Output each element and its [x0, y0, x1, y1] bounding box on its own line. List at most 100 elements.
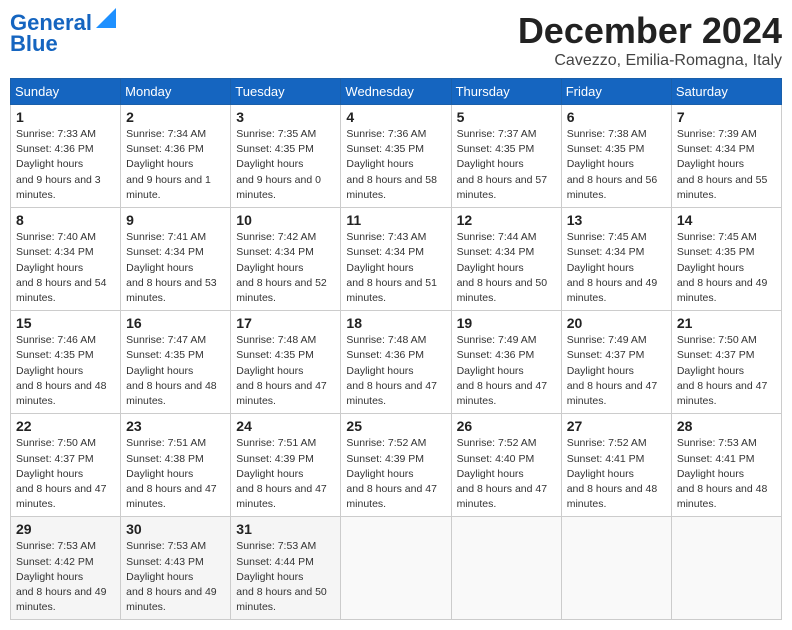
calendar-day-10: 10 Sunrise: 7:42 AM Sunset: 4:34 PM Dayl… — [231, 208, 341, 311]
day-number: 10 — [236, 212, 335, 228]
sunset-label: Sunset: 4:35 PM — [126, 349, 204, 361]
daylight-label: Daylight hours — [346, 365, 413, 377]
sunset-label: Sunset: 4:36 PM — [126, 143, 204, 155]
daylight-label: Daylight hours — [236, 158, 303, 170]
sunset-label: Sunset: 4:41 PM — [567, 453, 645, 465]
daylight-label: Daylight hours — [16, 365, 83, 377]
daylight-label: Daylight hours — [677, 158, 744, 170]
daylight-duration: and 8 hours and 47 minutes. — [346, 380, 437, 407]
sunset-label: Sunset: 4:36 PM — [457, 349, 535, 361]
calendar-day-8: 8 Sunrise: 7:40 AM Sunset: 4:34 PM Dayli… — [11, 208, 121, 311]
day-number: 29 — [16, 521, 115, 537]
daylight-duration: and 8 hours and 47 minutes. — [567, 380, 658, 407]
day-info: Sunrise: 7:50 AM Sunset: 4:37 PM Dayligh… — [677, 333, 776, 409]
daylight-label: Daylight hours — [457, 158, 524, 170]
day-info: Sunrise: 7:47 AM Sunset: 4:35 PM Dayligh… — [126, 333, 225, 409]
day-number: 21 — [677, 315, 776, 331]
daylight-label: Daylight hours — [567, 158, 634, 170]
day-info: Sunrise: 7:45 AM Sunset: 4:35 PM Dayligh… — [677, 230, 776, 306]
day-number: 4 — [346, 109, 445, 125]
sunset-label: Sunset: 4:36 PM — [16, 143, 94, 155]
daylight-label: Daylight hours — [346, 468, 413, 480]
sunrise-label: Sunrise: 7:48 AM — [346, 334, 426, 346]
calendar-day-4: 4 Sunrise: 7:36 AM Sunset: 4:35 PM Dayli… — [341, 105, 451, 208]
sunrise-label: Sunrise: 7:52 AM — [346, 437, 426, 449]
calendar-day-11: 11 Sunrise: 7:43 AM Sunset: 4:34 PM Dayl… — [341, 208, 451, 311]
daylight-label: Daylight hours — [236, 468, 303, 480]
calendar-day-5: 5 Sunrise: 7:37 AM Sunset: 4:35 PM Dayli… — [451, 105, 561, 208]
month-title: December 2024 — [518, 10, 782, 52]
sunset-label: Sunset: 4:35 PM — [236, 349, 314, 361]
empty-cell — [561, 517, 671, 620]
daylight-duration: and 8 hours and 47 minutes. — [126, 483, 217, 510]
sunset-label: Sunset: 4:36 PM — [346, 349, 424, 361]
day-number: 11 — [346, 212, 445, 228]
daylight-label: Daylight hours — [457, 365, 524, 377]
daylight-label: Daylight hours — [16, 571, 83, 583]
day-info: Sunrise: 7:53 AM Sunset: 4:41 PM Dayligh… — [677, 436, 776, 512]
sunrise-label: Sunrise: 7:45 AM — [567, 231, 647, 243]
day-number: 20 — [567, 315, 666, 331]
day-info: Sunrise: 7:52 AM Sunset: 4:39 PM Dayligh… — [346, 436, 445, 512]
sunset-label: Sunset: 4:41 PM — [677, 453, 755, 465]
day-number: 8 — [16, 212, 115, 228]
day-number: 9 — [126, 212, 225, 228]
calendar-day-19: 19 Sunrise: 7:49 AM Sunset: 4:36 PM Dayl… — [451, 311, 561, 414]
daylight-duration: and 8 hours and 53 minutes. — [126, 277, 217, 304]
calendar-day-27: 27 Sunrise: 7:52 AM Sunset: 4:41 PM Dayl… — [561, 414, 671, 517]
calendar-day-22: 22 Sunrise: 7:50 AM Sunset: 4:37 PM Dayl… — [11, 414, 121, 517]
day-number: 19 — [457, 315, 556, 331]
empty-cell — [451, 517, 561, 620]
day-number: 28 — [677, 418, 776, 434]
sunrise-label: Sunrise: 7:39 AM — [677, 128, 757, 140]
daylight-duration: and 9 hours and 3 minutes. — [16, 174, 101, 201]
day-header-monday: Monday — [121, 79, 231, 105]
sunrise-label: Sunrise: 7:33 AM — [16, 128, 96, 140]
daylight-duration: and 8 hours and 47 minutes. — [16, 483, 107, 510]
sunset-label: Sunset: 4:44 PM — [236, 556, 314, 568]
daylight-label: Daylight hours — [236, 571, 303, 583]
location: Cavezzo, Emilia-Romagna, Italy — [518, 52, 782, 70]
sunrise-label: Sunrise: 7:50 AM — [16, 437, 96, 449]
daylight-label: Daylight hours — [126, 365, 193, 377]
empty-cell — [341, 517, 451, 620]
sunrise-label: Sunrise: 7:46 AM — [16, 334, 96, 346]
daylight-label: Daylight hours — [677, 262, 744, 274]
daylight-duration: and 9 hours and 1 minute. — [126, 174, 211, 201]
day-info: Sunrise: 7:52 AM Sunset: 4:41 PM Dayligh… — [567, 436, 666, 512]
daylight-label: Daylight hours — [16, 158, 83, 170]
daylight-duration: and 9 hours and 0 minutes. — [236, 174, 321, 201]
day-info: Sunrise: 7:35 AM Sunset: 4:35 PM Dayligh… — [236, 127, 335, 203]
day-info: Sunrise: 7:49 AM Sunset: 4:37 PM Dayligh… — [567, 333, 666, 409]
daylight-duration: and 8 hours and 48 minutes. — [16, 380, 107, 407]
day-info: Sunrise: 7:42 AM Sunset: 4:34 PM Dayligh… — [236, 230, 335, 306]
empty-cell — [671, 517, 781, 620]
sunset-label: Sunset: 4:34 PM — [457, 246, 535, 258]
day-info: Sunrise: 7:50 AM Sunset: 4:37 PM Dayligh… — [16, 436, 115, 512]
daylight-duration: and 8 hours and 49 minutes. — [677, 277, 768, 304]
daylight-label: Daylight hours — [126, 468, 193, 480]
title-section: December 2024 Cavezzo, Emilia-Romagna, I… — [518, 10, 782, 70]
sunrise-label: Sunrise: 7:49 AM — [567, 334, 647, 346]
daylight-label: Daylight hours — [457, 262, 524, 274]
daylight-label: Daylight hours — [457, 468, 524, 480]
day-number: 27 — [567, 418, 666, 434]
day-number: 14 — [677, 212, 776, 228]
sunrise-label: Sunrise: 7:49 AM — [457, 334, 537, 346]
daylight-label: Daylight hours — [677, 365, 744, 377]
sunrise-label: Sunrise: 7:34 AM — [126, 128, 206, 140]
logo-icon — [96, 8, 116, 28]
daylight-duration: and 8 hours and 56 minutes. — [567, 174, 658, 201]
day-number: 7 — [677, 109, 776, 125]
sunset-label: Sunset: 4:34 PM — [677, 143, 755, 155]
day-info: Sunrise: 7:49 AM Sunset: 4:36 PM Dayligh… — [457, 333, 556, 409]
day-info: Sunrise: 7:39 AM Sunset: 4:34 PM Dayligh… — [677, 127, 776, 203]
day-number: 22 — [16, 418, 115, 434]
sunset-label: Sunset: 4:35 PM — [567, 143, 645, 155]
daylight-duration: and 8 hours and 47 minutes. — [457, 483, 548, 510]
day-number: 23 — [126, 418, 225, 434]
calendar-day-3: 3 Sunrise: 7:35 AM Sunset: 4:35 PM Dayli… — [231, 105, 341, 208]
daylight-duration: and 8 hours and 55 minutes. — [677, 174, 768, 201]
calendar-day-17: 17 Sunrise: 7:48 AM Sunset: 4:35 PM Dayl… — [231, 311, 341, 414]
daylight-duration: and 8 hours and 54 minutes. — [16, 277, 107, 304]
